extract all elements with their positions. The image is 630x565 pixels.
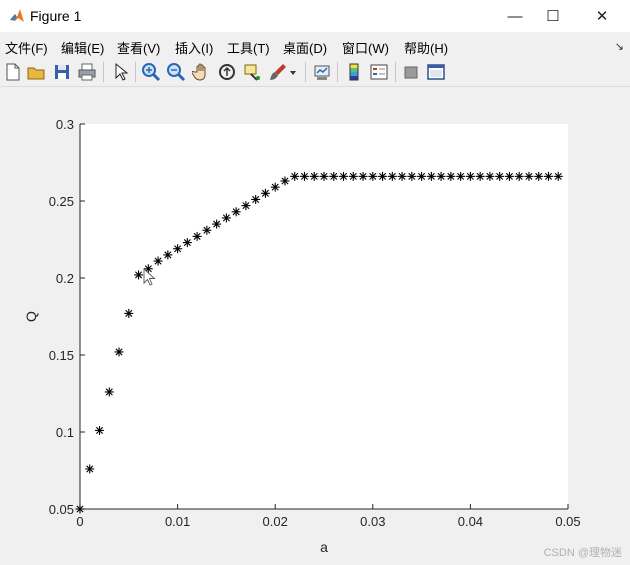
window-title: Figure 1 — [30, 8, 82, 24]
figure-window: Figure 1 — ☐ ✕ 文件(F) 编辑(E) 查看(V) 插入(I) 工… — [0, 0, 630, 565]
y-tick-label: 0.15 — [49, 348, 74, 363]
zoom-out-icon[interactable] — [166, 62, 186, 82]
data-point-star — [270, 182, 280, 192]
rotate-3d-icon[interactable] — [217, 62, 237, 82]
data-point-star — [290, 171, 300, 181]
data-point-star — [173, 244, 183, 254]
data-point-star — [426, 171, 436, 181]
x-tick-label: 0.01 — [165, 514, 190, 529]
data-point-star — [104, 387, 114, 397]
link-plot-icon[interactable] — [312, 62, 332, 82]
menu-tools[interactable]: 工具(T) — [227, 38, 270, 57]
data-point-star — [368, 171, 378, 181]
data-point-star — [299, 171, 309, 181]
data-point-star — [407, 171, 417, 181]
menu-edit[interactable]: 编辑(E) — [61, 38, 104, 57]
toolbar-separator — [337, 62, 338, 82]
data-point-star — [378, 171, 388, 181]
menu-window[interactable]: 窗口(W) — [342, 38, 389, 57]
data-point-star — [75, 504, 85, 514]
data-point-star — [456, 171, 466, 181]
select-pointer-icon[interactable] — [110, 62, 130, 82]
data-point-star — [348, 171, 358, 181]
data-point-star — [387, 171, 397, 181]
brush-dropdown-icon[interactable] — [288, 62, 298, 82]
hide-plot-tools-icon[interactable] — [401, 62, 421, 82]
figure-canvas: 0 0.01 0.02 0.03 0.04 0.05 0.05 0.1 0.15 0.2 0.25 0… — [0, 87, 630, 565]
menu-view[interactable]: 查看(V) — [117, 38, 160, 57]
data-point-star — [212, 219, 222, 229]
data-point-star — [114, 347, 124, 357]
y-tick-label: 0.05 — [49, 502, 74, 517]
y-tick-label: 0.2 — [56, 271, 74, 286]
x-tick-label: 0.03 — [360, 514, 385, 529]
data-point-star — [153, 256, 163, 266]
data-point-star — [163, 250, 173, 260]
maximize-button[interactable]: ☐ — [530, 0, 576, 32]
corner-arrow-icon[interactable]: ↘ — [615, 40, 624, 53]
toolbar-separator — [305, 62, 306, 82]
data-point-star — [221, 213, 231, 223]
data-point-star — [329, 171, 339, 181]
data-point-star — [251, 194, 261, 204]
new-figure-icon[interactable] — [3, 62, 23, 82]
menu-help[interactable]: 帮助(H) — [404, 38, 448, 57]
toolbar-separator — [395, 62, 396, 82]
plot-area[interactable] — [80, 124, 568, 509]
data-point-star — [241, 201, 251, 211]
x-axis-label: a — [320, 539, 328, 555]
data-point-star — [260, 188, 270, 198]
zoom-in-icon[interactable] — [141, 62, 161, 82]
data-point-star — [202, 225, 212, 235]
toolbar-separator — [135, 62, 136, 82]
insert-legend-icon[interactable] — [369, 62, 389, 82]
show-plot-tools-icon[interactable] — [426, 62, 446, 82]
data-point-star — [465, 171, 475, 181]
data-point-star — [436, 171, 446, 181]
watermark: CSDN @理物迷 — [543, 547, 622, 559]
data-cursor-icon[interactable] — [243, 62, 263, 82]
menu-desktop[interactable]: 桌面(D) — [283, 38, 327, 57]
data-point-star — [85, 464, 95, 474]
data-point-star — [475, 171, 485, 181]
data-point-star — [417, 171, 427, 181]
data-point-star — [319, 171, 329, 181]
data-point-star — [397, 171, 407, 181]
insert-colorbar-icon[interactable] — [344, 62, 364, 82]
toolbar-separator — [103, 62, 104, 82]
figure-toolbar — [0, 58, 630, 87]
scatter-chart[interactable]: 0 0.01 0.02 0.03 0.04 0.05 0.05 0.1 0.15 0.2 0.25 0… — [0, 87, 630, 565]
x-tick-label: 0.05 — [555, 514, 580, 529]
title-bar[interactable]: Figure 1 — ☐ ✕ — [0, 0, 630, 32]
brush-icon[interactable] — [268, 62, 288, 82]
data-point-star — [192, 231, 202, 241]
data-point-star — [231, 207, 241, 217]
y-tick-label: 0.3 — [56, 117, 74, 132]
x-tick-label: 0.04 — [458, 514, 483, 529]
data-point-star — [495, 171, 505, 181]
close-button[interactable]: ✕ — [579, 0, 625, 32]
data-point-star — [504, 171, 514, 181]
print-icon[interactable] — [77, 62, 97, 82]
save-icon[interactable] — [52, 62, 72, 82]
y-tick-label: 0.1 — [56, 425, 74, 440]
y-tick-label: 0.25 — [49, 194, 74, 209]
data-point-star — [446, 171, 456, 181]
menu-bar: 文件(F) 编辑(E) 查看(V) 插入(I) 工具(T) 桌面(D) 窗口(W… — [0, 32, 630, 58]
x-tick-label: 0 — [76, 514, 83, 529]
data-point-star — [358, 171, 368, 181]
data-point-star — [339, 171, 349, 181]
menu-file[interactable]: 文件(F) — [5, 38, 48, 57]
pan-hand-icon[interactable] — [192, 62, 212, 82]
data-point-star — [309, 171, 319, 181]
menu-insert[interactable]: 插入(I) — [175, 38, 213, 57]
data-point-star — [485, 171, 495, 181]
x-tick-label: 0.02 — [263, 514, 288, 529]
data-point-star — [182, 238, 192, 248]
y-axis-label: Q — [23, 311, 39, 322]
open-file-icon[interactable] — [26, 62, 46, 82]
matlab-logo-icon — [10, 9, 24, 22]
